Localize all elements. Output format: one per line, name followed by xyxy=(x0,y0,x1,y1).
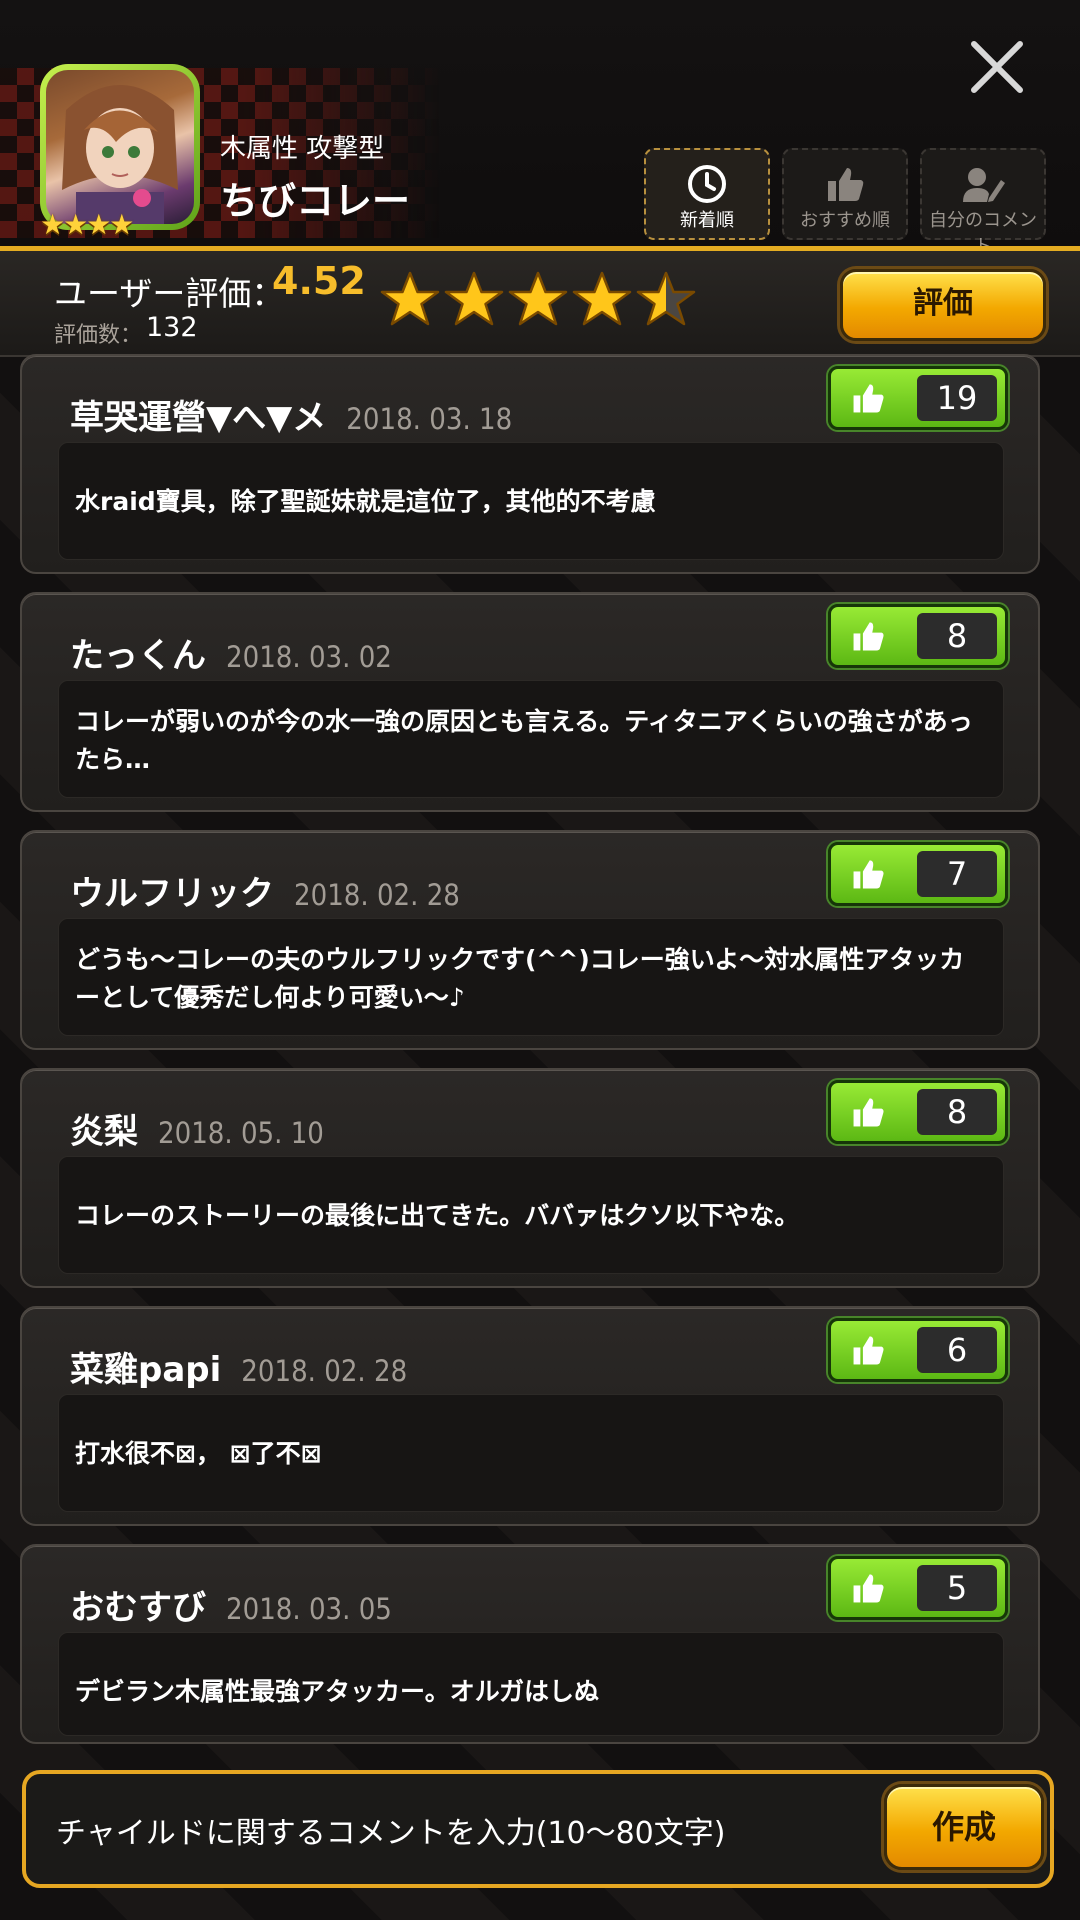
like-count: 7 xyxy=(917,851,997,897)
comment-date: 2018. 03. 02 xyxy=(226,640,392,674)
like-button[interactable]: 7 xyxy=(828,842,1008,906)
like-button[interactable]: 19 xyxy=(828,366,1008,430)
thumbs-up-icon xyxy=(853,1336,884,1365)
comment-author: 炎梨 2018. 05. 10 xyxy=(70,1104,324,1153)
author-name: 菜雞papi xyxy=(70,1350,222,1390)
comment-date: 2018. 02. 28 xyxy=(294,878,460,912)
author-name: ウルフリック xyxy=(70,874,274,914)
tab-newest[interactable]: 新着順 xyxy=(644,148,770,240)
comment-date: 2018. 03. 18 xyxy=(346,402,513,436)
tab-recommended[interactable]: おすすめ順 xyxy=(782,148,908,240)
star-icon xyxy=(636,271,696,326)
comment-author: おむすび 2018. 03. 05 xyxy=(70,1580,392,1629)
tab-my-comments[interactable]: 自分のコメント xyxy=(920,148,1046,257)
tab-newest-label: 新着順 xyxy=(680,210,734,231)
comment-text: 水raid寶具，除了聖誕妹就是這位了，其他的不考慮 xyxy=(58,442,1004,560)
star-icon xyxy=(444,271,504,326)
comment-text: デビラン木属性最強アタッカー。オルガはしぬ xyxy=(58,1632,1004,1736)
create-button[interactable]: 作成 xyxy=(884,1784,1044,1870)
thumbs-up-icon xyxy=(853,622,884,651)
character-name: ちびコレー xyxy=(220,179,411,223)
user-edit-icon xyxy=(963,168,1005,202)
comment-author: 菜雞papi 2018. 02. 28 xyxy=(70,1342,407,1391)
star-icon xyxy=(572,271,632,326)
like-button[interactable]: 8 xyxy=(828,1080,1008,1144)
author-name: たっくん xyxy=(70,636,206,676)
rating-value: 4.52 xyxy=(272,259,366,303)
comment-card: ウルフリック 2018. 02. 28 7 どうも～コレーの夫のウルフリックです(… xyxy=(20,830,1040,1050)
comment-text: どうも～コレーの夫のウルフリックです(^^)コレー強いよ～対水属性アタッカーとし… xyxy=(58,918,1004,1036)
thumbs-up-icon xyxy=(853,1574,884,1603)
rating-stars xyxy=(380,271,700,331)
author-name: 草哭運營▼へ▼メ xyxy=(70,398,327,438)
comment-date: 2018. 02. 28 xyxy=(241,1354,408,1388)
tab-recommended-label: おすすめ順 xyxy=(800,210,890,231)
comment-card: 草哭運營▼へ▼メ 2018. 03. 18 19 水raid寶具，除了聖誕妹就是這… xyxy=(20,354,1040,574)
comment-date: 2018. 03. 05 xyxy=(226,1592,392,1626)
author-name: おむすび xyxy=(70,1588,206,1628)
comment-input[interactable]: チャイルドに関するコメントを入力(10〜80文字) xyxy=(56,1808,725,1852)
like-button[interactable]: 6 xyxy=(828,1318,1008,1382)
rating-count: 132 xyxy=(146,312,198,343)
comment-card: おむすび 2018. 03. 05 5 デビラン木属性最強アタッカー。オルガはしぬ xyxy=(20,1544,1040,1744)
comment-card: 炎梨 2018. 05. 10 8 コレーのストーリーの最後に出てきた。ババァはク… xyxy=(20,1068,1040,1288)
like-button[interactable]: 8 xyxy=(828,604,1008,668)
character-portrait-icon xyxy=(62,85,178,224)
comment-date: 2018. 05. 10 xyxy=(158,1116,324,1150)
rarity-stars: ★★★★ xyxy=(40,208,134,241)
rate-button[interactable]: 評価 xyxy=(840,269,1046,341)
character-avatar xyxy=(40,64,200,230)
like-count: 6 xyxy=(917,1327,997,1373)
star-icon xyxy=(508,271,568,326)
thumbs-up-icon xyxy=(828,168,864,201)
thumbs-up-icon xyxy=(853,384,884,413)
character-type: 木属性 攻撃型 xyxy=(220,134,385,164)
close-icon xyxy=(971,41,1023,93)
comment-text: コレーのストーリーの最後に出てきた。ババァはクソ以下やな。 xyxy=(58,1156,1004,1274)
author-name: 炎梨 xyxy=(70,1112,138,1152)
thumbs-up-icon xyxy=(853,860,884,889)
comment-input-bar: チャイルドに関するコメントを入力(10〜80文字) 作成 xyxy=(22,1770,1054,1888)
close-button[interactable] xyxy=(966,36,1028,98)
header: ★★★★ 木属性 攻撃型 ちびコレー 新着順 おすすめ順 自分のコメント xyxy=(0,0,1080,257)
rating-count-label: 評価数： xyxy=(54,323,143,348)
thumbs-up-icon xyxy=(853,1098,884,1127)
rating-bar: ユーザー評価： 4.52 評価数： 132 評価 xyxy=(0,251,1080,357)
comment-card: たっくん 2018. 03. 02 8 コレーが弱いのが今の水一強の原因とも言える… xyxy=(20,592,1040,812)
comment-author: ウルフリック 2018. 02. 28 xyxy=(70,866,460,915)
like-count: 8 xyxy=(917,613,997,659)
comment-author: たっくん 2018. 03. 02 xyxy=(70,628,392,677)
rating-label: ユーザー評価： xyxy=(54,274,285,313)
comment-card: 菜雞papi 2018. 02. 28 6 打水很不⊠， ⊠了不⊠ xyxy=(20,1306,1040,1526)
comment-text: コレーが弱いのが今の水一強の原因とも言える。ティタニアくらいの強さがあったら… xyxy=(58,680,1004,798)
star-icon xyxy=(380,271,440,326)
like-count: 8 xyxy=(917,1089,997,1135)
comment-text: 打水很不⊠， ⊠了不⊠ xyxy=(58,1394,1004,1512)
clock-icon xyxy=(688,165,726,203)
comment-author: 草哭運營▼へ▼メ 2018. 03. 18 xyxy=(70,390,512,439)
like-button[interactable]: 5 xyxy=(828,1556,1008,1620)
like-count: 19 xyxy=(917,375,997,421)
like-count: 5 xyxy=(917,1565,997,1611)
